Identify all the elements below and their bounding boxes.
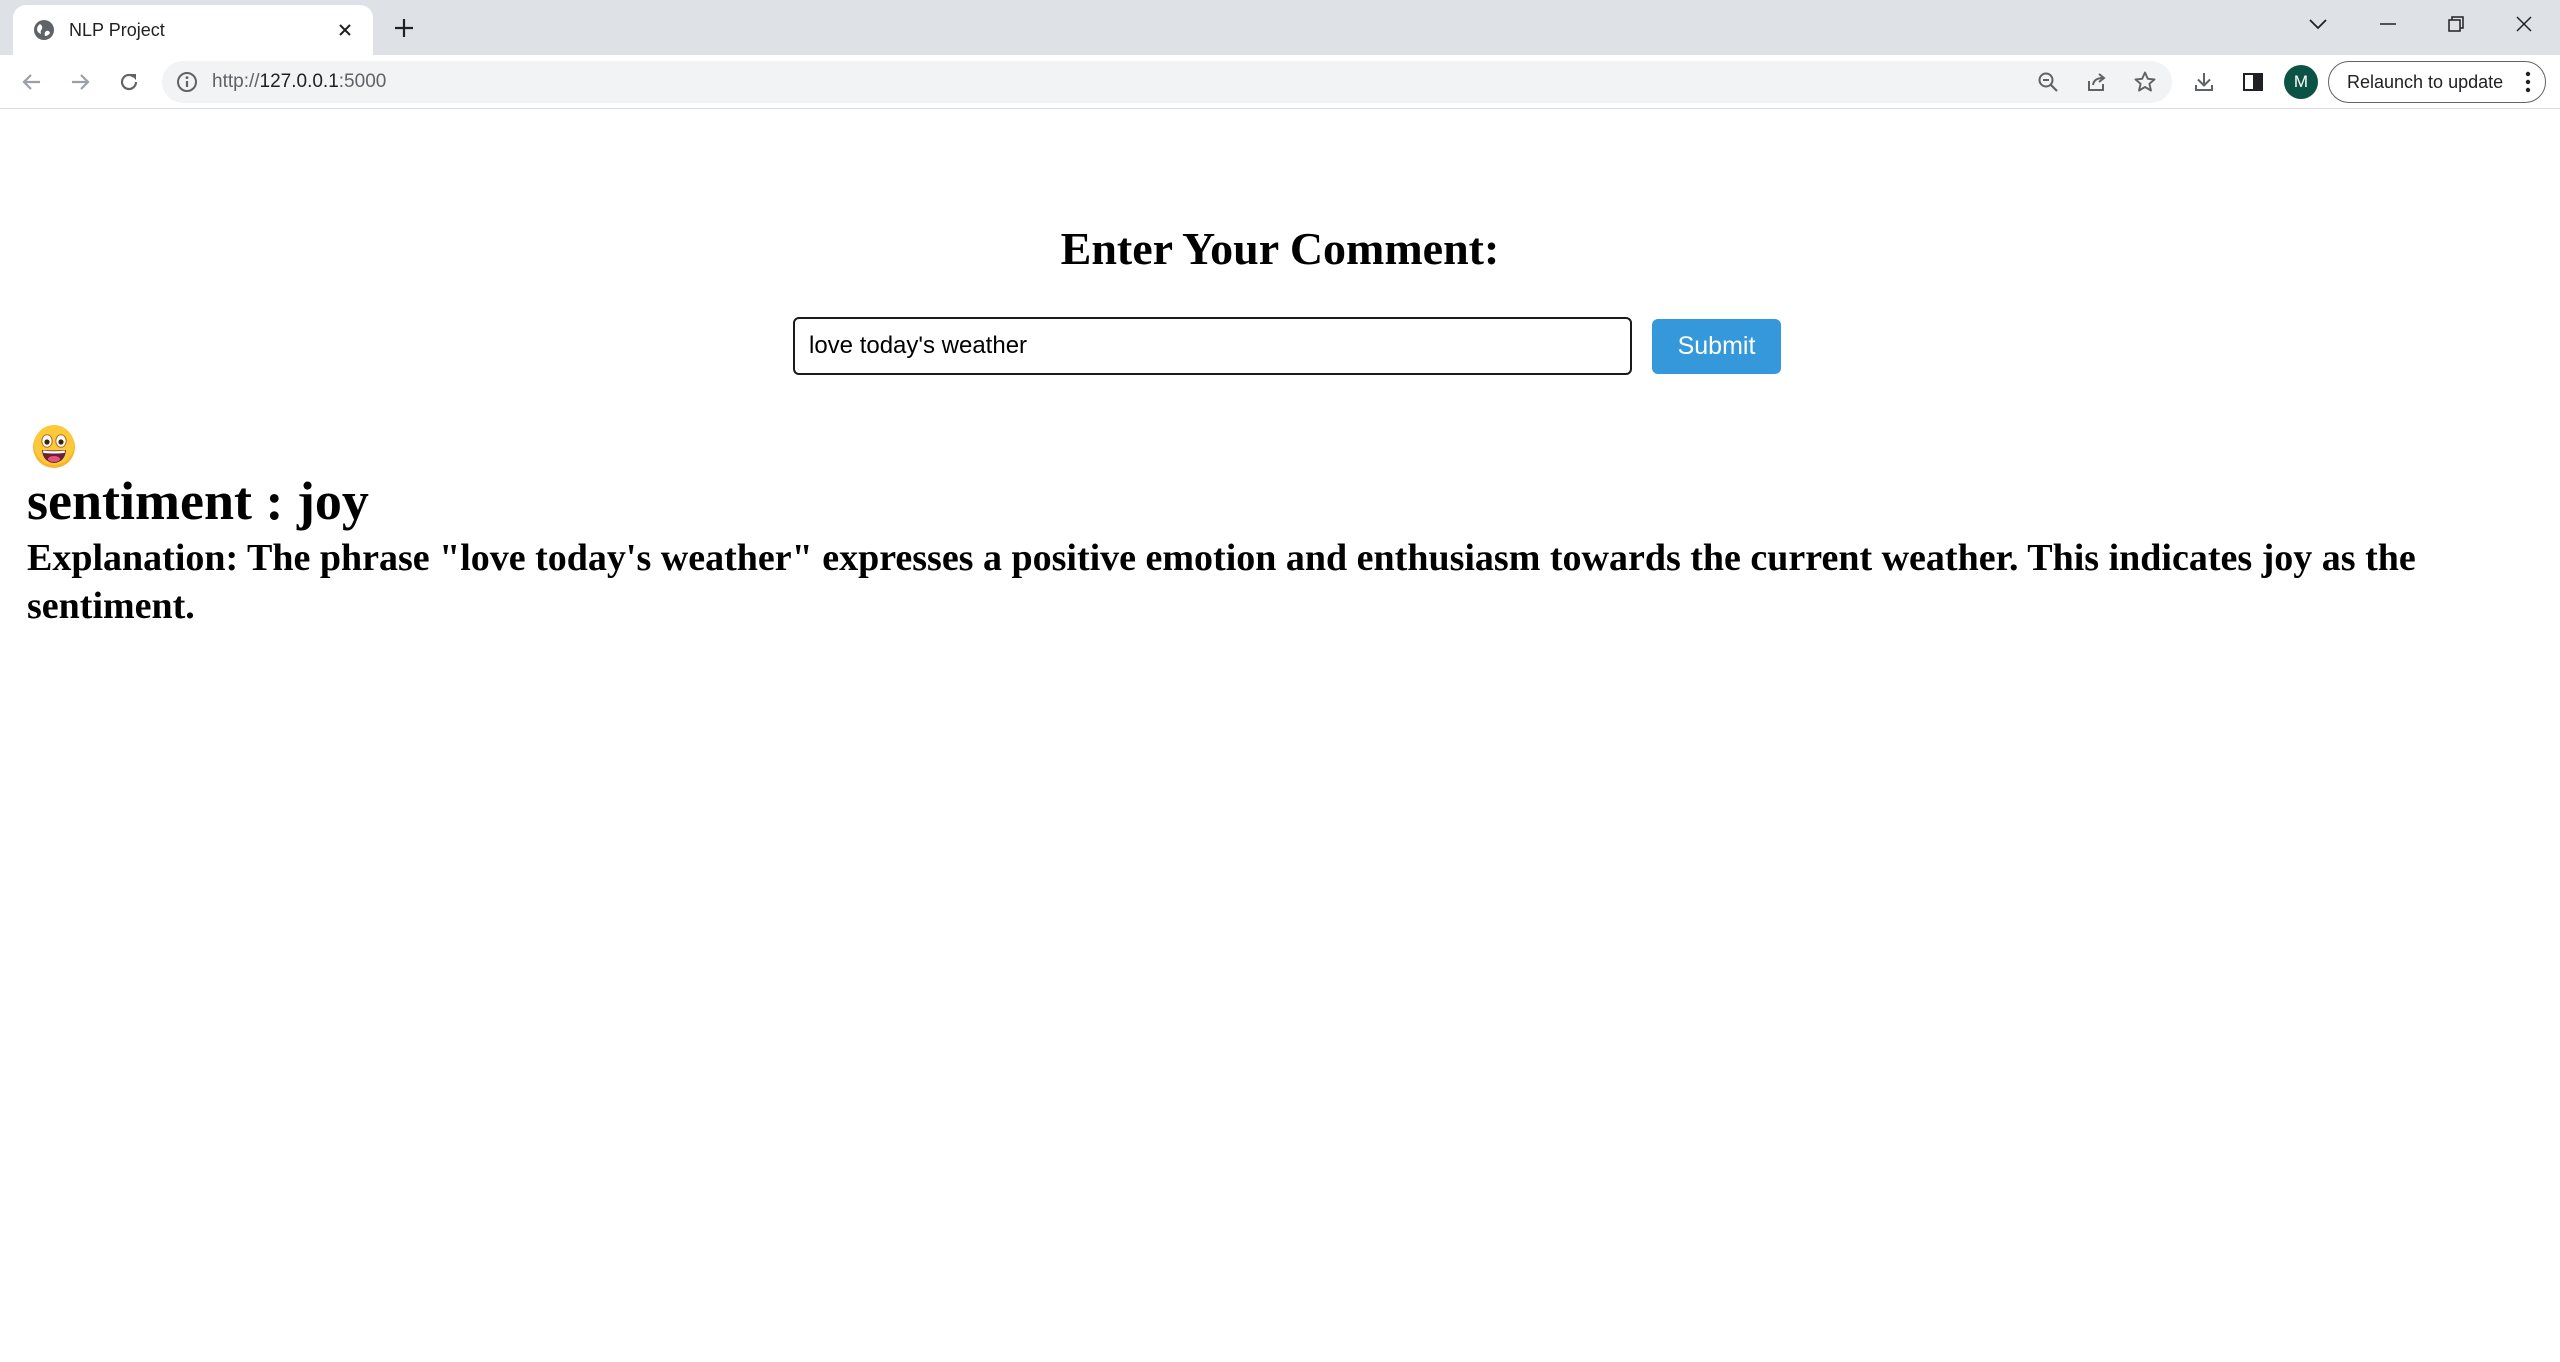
side-panel-icon[interactable]	[2236, 65, 2270, 99]
more-vertical-icon[interactable]	[2515, 69, 2541, 95]
url-protocol: http://	[212, 71, 260, 92]
minimize-icon[interactable]	[2366, 8, 2410, 40]
tab-search-chevron-down-icon[interactable]	[2296, 8, 2340, 40]
comment-input[interactable]	[793, 317, 1632, 375]
relaunch-to-update-button[interactable]: Relaunch to update	[2328, 61, 2546, 103]
url-port: :5000	[338, 71, 387, 92]
new-tab-plus-icon[interactable]	[390, 14, 418, 42]
download-icon[interactable]	[2187, 65, 2221, 99]
page-content: Enter Your Comment: Submit sentiment : j…	[0, 110, 2560, 1362]
restore-icon[interactable]	[2434, 8, 2478, 40]
submit-button[interactable]: Submit	[1652, 319, 1781, 374]
window-close-icon[interactable]	[2502, 8, 2546, 40]
url-host: 127.0.0.1	[259, 71, 339, 92]
tab-nlp-project[interactable]: NLP Project	[13, 5, 373, 55]
joy-emoji-icon	[30, 423, 78, 471]
relaunch-label: Relaunch to update	[2347, 71, 2504, 92]
site-info-icon[interactable]	[176, 71, 198, 93]
sentiment-explanation: Explanation: The phrase "love today's we…	[27, 537, 2416, 627]
zoom-out-icon[interactable]	[2031, 65, 2065, 99]
tab-close-icon[interactable]	[332, 17, 358, 43]
share-icon[interactable]	[2080, 65, 2114, 99]
tab-strip: NLP Project	[0, 0, 2560, 55]
bookmark-star-icon[interactable]	[2128, 65, 2162, 99]
reload-icon[interactable]	[112, 65, 146, 99]
globe-icon	[34, 20, 54, 40]
page-heading: Enter Your Comment:	[1060, 223, 1500, 274]
profile-avatar[interactable]: M	[2284, 65, 2318, 99]
back-arrow-icon[interactable]	[15, 65, 49, 99]
browser-toolbar: http://127.0.0.1:5000 M Relaunch to upda…	[0, 55, 2560, 109]
sentiment-result: sentiment : joy	[27, 471, 369, 531]
forward-arrow-icon[interactable]	[63, 65, 97, 99]
tab-title: NLP Project	[69, 19, 165, 40]
address-bar[interactable]: http://127.0.0.1:5000	[162, 61, 2172, 103]
url-text: http://127.0.0.1:5000	[212, 71, 386, 93]
